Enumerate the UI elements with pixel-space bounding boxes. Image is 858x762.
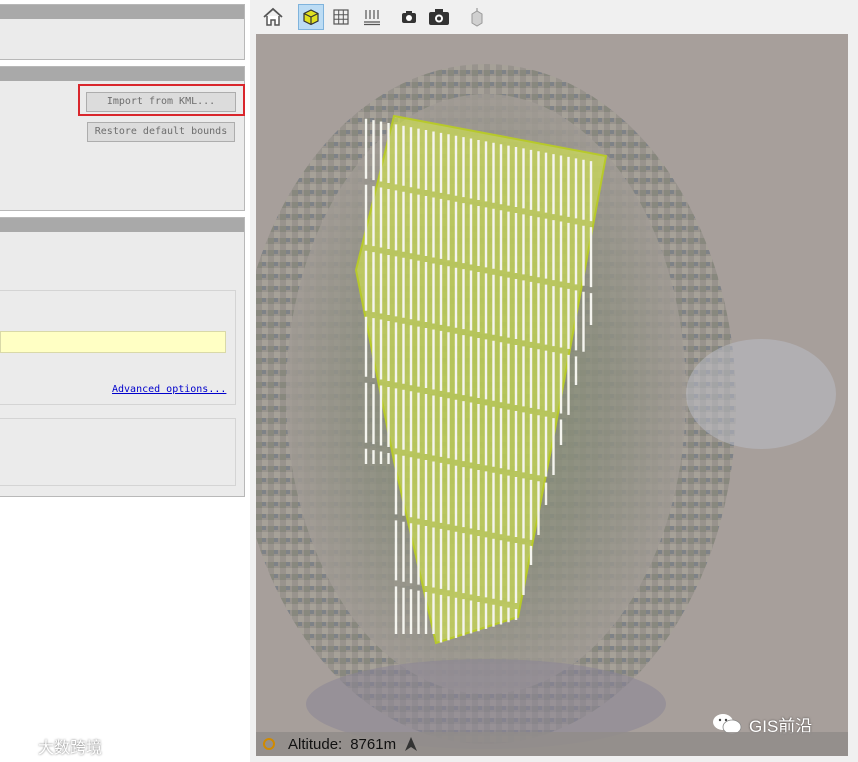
camera-button[interactable] (426, 4, 452, 30)
grid-icon (333, 9, 349, 25)
point-cloud-right (686, 339, 836, 449)
3d-viewer[interactable]: GIS前沿 Altitude: 8761m (256, 34, 848, 756)
options-section-header (0, 218, 244, 232)
grid-button[interactable] (328, 4, 354, 30)
viewer-toolbar (256, 0, 852, 34)
cube-icon (303, 9, 319, 26)
sun-icon (263, 738, 275, 750)
3d-view-button[interactable] (298, 4, 324, 30)
home-button[interactable] (260, 4, 286, 30)
ground-points-button[interactable] (359, 4, 385, 30)
text-input-field[interactable] (0, 331, 226, 353)
ground-points-icon (364, 10, 380, 26)
settings-panel: Import from KML... Restore default bound… (0, 0, 250, 762)
north-arrow-icon (405, 737, 418, 751)
panel-section-1-header (0, 5, 244, 19)
panel-section-1 (0, 4, 245, 60)
camera-icon (429, 9, 449, 25)
left-watermark-text: 大数跨境 (38, 740, 103, 757)
options-subgroup-2 (0, 418, 236, 486)
status-bar: Altitude: 8761m (256, 732, 848, 756)
left-watermark: 大数跨境 (10, 734, 102, 758)
camera-small-icon (402, 11, 416, 23)
map-canvas (256, 64, 836, 749)
home-icon (263, 7, 283, 26)
watermark-logo-icon (11, 738, 33, 754)
advanced-options-link[interactable]: Advanced options... (112, 384, 226, 395)
altitude-value: 8761m (350, 735, 397, 753)
dem-button[interactable] (464, 4, 490, 30)
restore-default-bounds-button[interactable]: Restore default bounds (87, 122, 235, 142)
bounds-section-header (0, 67, 244, 81)
small-camera-button[interactable] (396, 4, 422, 30)
import-from-kml-button[interactable]: Import from KML... (86, 92, 236, 112)
altitude-label: Altitude: (288, 735, 343, 753)
dem-icon (471, 8, 483, 27)
